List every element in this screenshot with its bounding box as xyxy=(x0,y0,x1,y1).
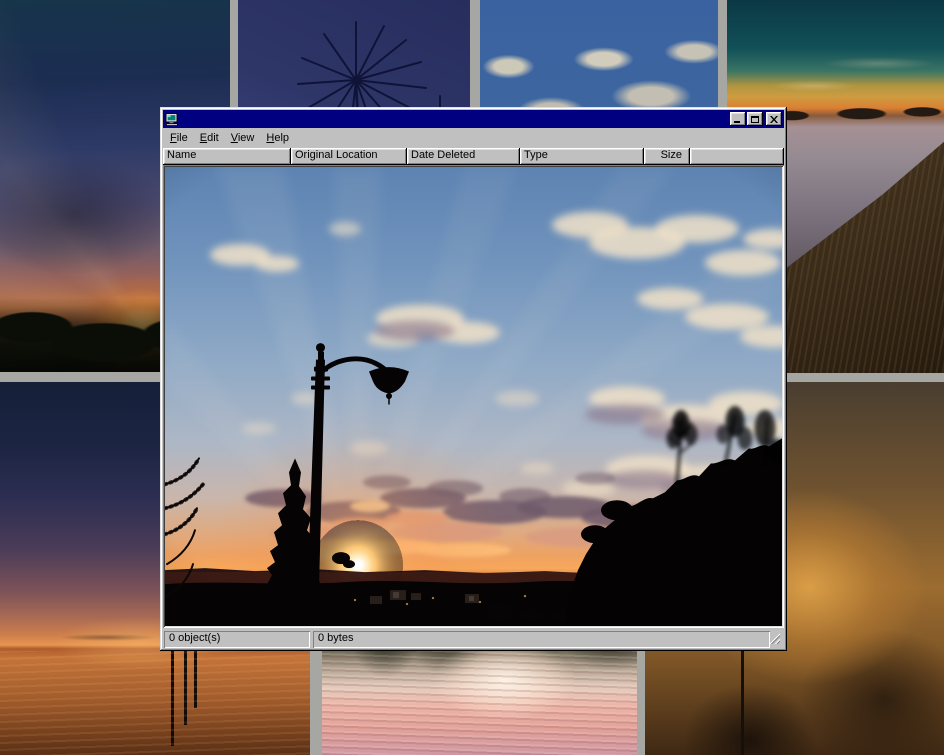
close-icon xyxy=(770,116,778,123)
desktop: { "colors": { "titlebar_blue": "#000080"… xyxy=(0,0,944,755)
status-object-count: 0 object(s) xyxy=(164,631,310,648)
recycle-bin-window: File Edit View Help Name Original Locati… xyxy=(160,107,787,651)
minimize-button[interactable] xyxy=(730,112,746,126)
sunset-street-lamp-photo xyxy=(165,167,782,626)
minimize-icon xyxy=(734,116,742,123)
water-pole-silhouette xyxy=(194,649,197,709)
computer-icon xyxy=(165,112,179,126)
list-view-content[interactable] xyxy=(163,165,784,628)
column-header-name[interactable]: Name xyxy=(163,148,291,165)
column-header-size[interactable]: Size xyxy=(644,148,690,165)
list-column-headers: Name Original Location Date Deleted Type… xyxy=(163,148,784,165)
resize-grip[interactable] xyxy=(769,633,780,644)
menu-file[interactable]: File xyxy=(164,130,194,147)
status-bar: 0 object(s) 0 bytes xyxy=(163,628,784,648)
menu-help[interactable]: Help xyxy=(260,130,295,147)
close-button[interactable] xyxy=(766,112,782,126)
menu-view[interactable]: View xyxy=(225,130,261,147)
column-header-type[interactable]: Type xyxy=(520,148,644,165)
water-pole-silhouette xyxy=(171,645,174,746)
column-header-filler xyxy=(690,148,784,165)
menu-edit[interactable]: Edit xyxy=(194,130,225,147)
menu-bar: File Edit View Help xyxy=(163,128,784,148)
maximize-icon xyxy=(751,116,759,123)
water-pole-silhouette xyxy=(184,647,187,725)
status-total-size: 0 bytes xyxy=(313,631,770,648)
column-header-original-location[interactable]: Original Location xyxy=(291,148,407,165)
column-header-date-deleted[interactable]: Date Deleted xyxy=(407,148,520,165)
maximize-button[interactable] xyxy=(747,112,763,126)
title-bar[interactable] xyxy=(163,110,784,128)
sunset-photo-graphic xyxy=(165,167,782,626)
